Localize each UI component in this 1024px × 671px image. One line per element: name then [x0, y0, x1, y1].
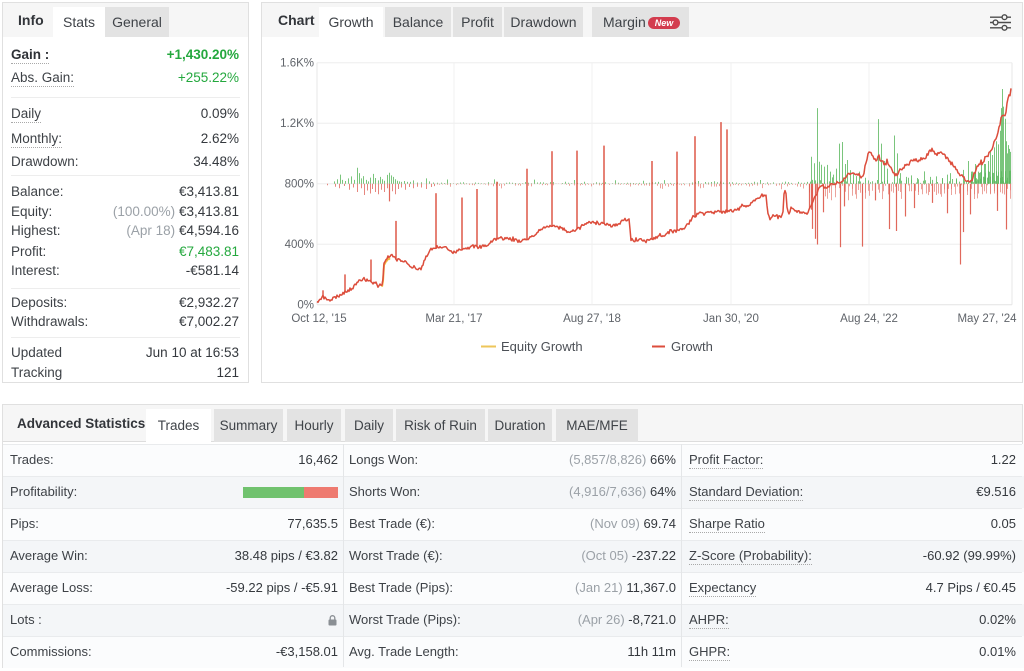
svg-text:400%: 400%: [285, 239, 314, 251]
svg-text:1.6K%: 1.6K%: [280, 58, 314, 70]
svg-text:Jan 30, '20: Jan 30, '20: [703, 313, 759, 325]
svg-text:Growth: Growth: [671, 339, 713, 354]
svg-text:Aug 27, '18: Aug 27, '18: [563, 313, 621, 325]
svg-text:Equity Growth: Equity Growth: [501, 339, 583, 354]
svg-text:Mar 21, '17: Mar 21, '17: [425, 313, 482, 325]
svg-text:800%: 800%: [285, 179, 314, 191]
svg-text:Aug 24, '22: Aug 24, '22: [840, 313, 898, 325]
svg-text:0%: 0%: [297, 300, 314, 312]
svg-text:May 27, '24: May 27, '24: [957, 313, 1017, 325]
svg-text:1.2K%: 1.2K%: [280, 118, 314, 130]
svg-text:Oct 12, '15: Oct 12, '15: [291, 313, 346, 325]
